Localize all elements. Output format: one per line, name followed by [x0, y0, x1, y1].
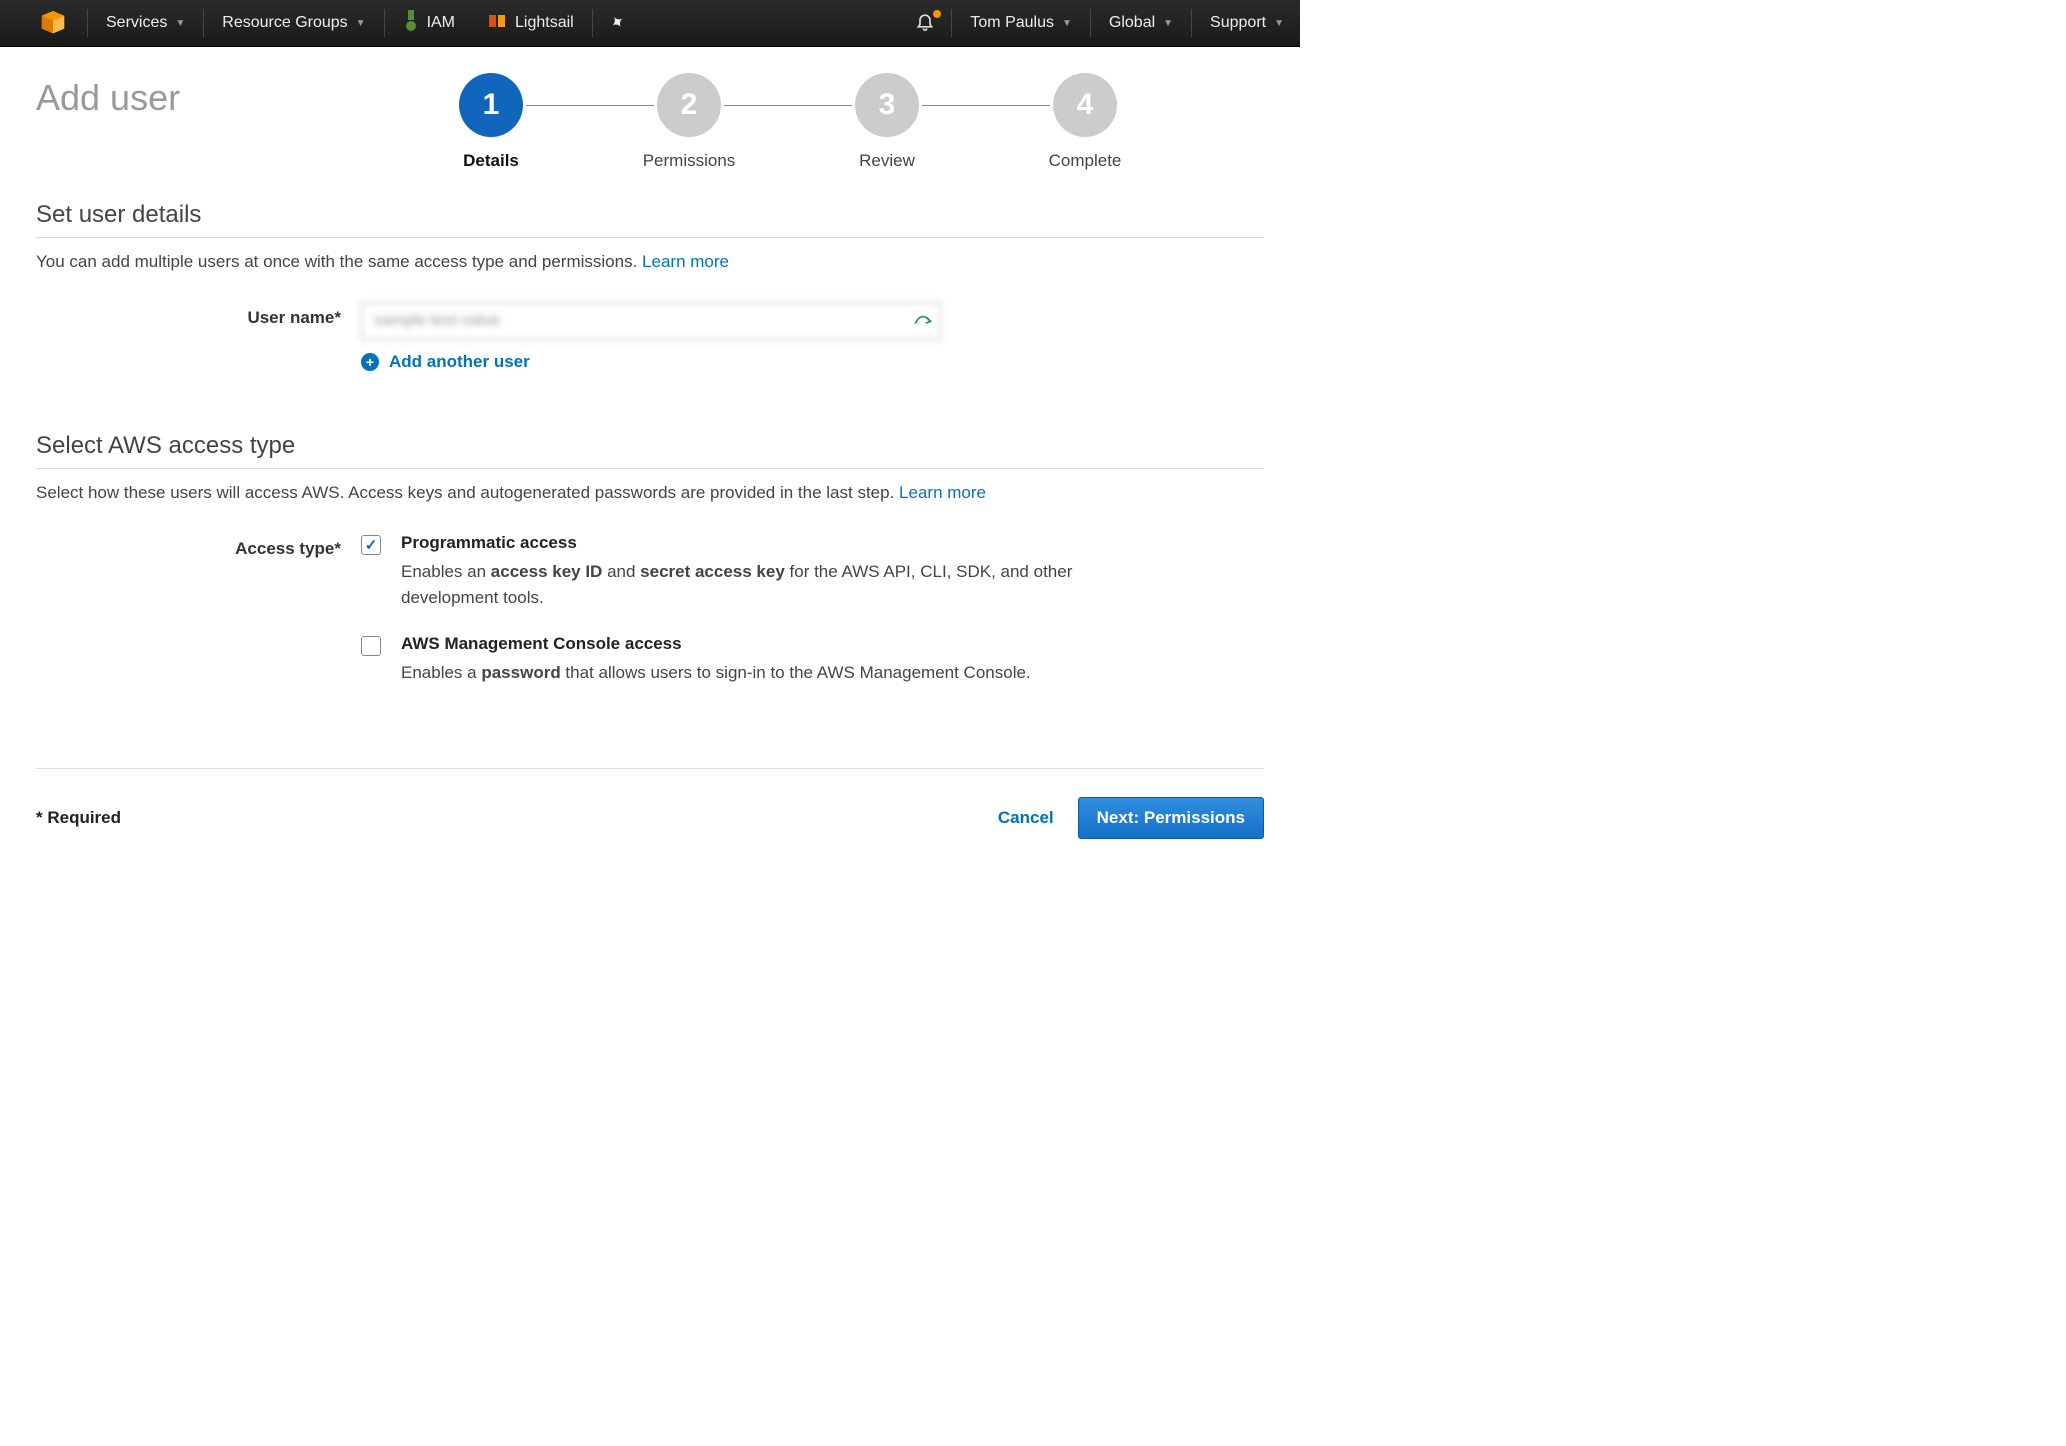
wizard-connector [526, 105, 654, 106]
username-field-wrapper: + Add another user [361, 302, 941, 372]
lightsail-service-icon [487, 11, 507, 36]
wizard-step-label: Details [463, 151, 519, 171]
wizard-step-review[interactable]: 3 Review [852, 73, 922, 171]
nav-resource-groups-label: Resource Groups [222, 14, 347, 32]
learn-more-link[interactable]: Learn more [642, 252, 729, 271]
next-permissions-button[interactable]: Next: Permissions [1078, 797, 1264, 839]
iam-service-icon [403, 10, 419, 37]
footer-bar: * Required Cancel Next: Permissions [36, 768, 1264, 839]
wizard-step-details[interactable]: 1 Details [456, 73, 526, 171]
add-another-label: Add another user [389, 352, 530, 372]
dashlane-icon[interactable] [913, 308, 933, 333]
nav-resource-groups[interactable]: Resource Groups ▼ [206, 0, 381, 47]
learn-more-link[interactable]: Learn more [899, 483, 986, 502]
wizard-step-label: Permissions [643, 151, 736, 171]
bell-icon [915, 11, 935, 36]
top-nav: Services ▼ Resource Groups ▼ IAM Lightsa… [0, 0, 1300, 47]
chevron-down-icon: ▼ [1163, 18, 1173, 29]
console-access-desc: Enables a password that allows users to … [401, 660, 1121, 686]
wizard-step-number: 1 [459, 73, 523, 137]
nav-separator [1191, 9, 1192, 37]
wizard-step-permissions[interactable]: 2 Permissions [654, 73, 724, 171]
section-intro-access-type: Select how these users will access AWS. … [36, 483, 1264, 503]
access-type-label: Access type* [36, 533, 361, 559]
console-access-content: AWS Management Console access Enables a … [401, 634, 1264, 686]
username-input[interactable] [361, 302, 941, 340]
nav-separator [592, 9, 593, 37]
programmatic-access-title: Programmatic access [401, 533, 1264, 553]
access-type-options: ✓ Programmatic access Enables an access … [361, 533, 1264, 708]
page-title: Add user [36, 67, 456, 119]
username-label: User name* [36, 302, 361, 328]
chevron-down-icon: ▼ [1274, 18, 1284, 29]
chevron-down-icon: ▼ [356, 18, 366, 29]
wizard-step-number: 2 [657, 73, 721, 137]
username-row: User name* + Add another user [36, 302, 1264, 372]
pin-icon: ✦ [606, 11, 629, 36]
add-another-user-button[interactable]: + Add another user [361, 352, 941, 372]
nav-separator [1090, 9, 1091, 37]
wizard-connector [922, 105, 1050, 106]
check-icon: ✓ [365, 536, 378, 554]
chevron-down-icon: ▼ [1062, 18, 1072, 29]
plus-circle-icon: + [361, 353, 379, 371]
nav-separator [951, 9, 952, 37]
access-type-section: Select AWS access type Select how these … [36, 432, 1264, 708]
nav-shortcut-lightsail[interactable]: Lightsail [471, 0, 590, 47]
wizard-step-complete[interactable]: 4 Complete [1050, 73, 1120, 171]
nav-support-label: Support [1210, 14, 1266, 32]
programmatic-access-desc: Enables an access key ID and secret acce… [401, 559, 1121, 612]
nav-services-label: Services [106, 14, 167, 32]
wizard-stepper: 1 Details 2 Permissions 3 Review 4 Compl… [456, 67, 1120, 171]
section-title-user-details: Set user details [36, 201, 1264, 238]
access-type-row: Access type* ✓ Programmatic access Enabl… [36, 533, 1264, 708]
programmatic-access-content: Programmatic access Enables an access ke… [401, 533, 1264, 612]
programmatic-access-option: ✓ Programmatic access Enables an access … [361, 533, 1264, 612]
wizard-step-label: Review [859, 151, 915, 171]
footer-actions: Cancel Next: Permissions [998, 797, 1264, 839]
nav-right-group: Tom Paulus ▼ Global ▼ Support ▼ [901, 0, 1300, 47]
nav-support[interactable]: Support ▼ [1194, 0, 1300, 47]
main-content: Add user 1 Details 2 Permissions 3 Revie… [0, 47, 1300, 879]
nav-separator [87, 9, 88, 37]
nav-separator [384, 9, 385, 37]
console-access-checkbox[interactable] [361, 636, 381, 656]
nav-shortcut-iam[interactable]: IAM [387, 0, 471, 47]
wizard-step-number: 3 [855, 73, 919, 137]
wizard-connector [724, 105, 852, 106]
notification-dot-icon [933, 10, 941, 18]
nav-account[interactable]: Tom Paulus ▼ [954, 0, 1088, 47]
nav-services[interactable]: Services ▼ [90, 0, 201, 47]
console-access-option: AWS Management Console access Enables a … [361, 634, 1264, 686]
programmatic-access-checkbox[interactable]: ✓ [361, 535, 381, 555]
intro-text: Select how these users will access AWS. … [36, 483, 899, 502]
nav-account-label: Tom Paulus [970, 14, 1054, 32]
nav-region[interactable]: Global ▼ [1093, 0, 1189, 47]
section-title-access-type: Select AWS access type [36, 432, 1264, 469]
intro-text: You can add multiple users at once with … [36, 252, 642, 271]
section-intro-user-details: You can add multiple users at once with … [36, 252, 1264, 272]
nav-lightsail-label: Lightsail [515, 14, 574, 32]
nav-pin[interactable]: ✦ [595, 0, 641, 47]
cancel-button[interactable]: Cancel [998, 808, 1054, 828]
required-note: * Required [36, 808, 121, 828]
nav-iam-label: IAM [427, 14, 455, 32]
wizard-step-number: 4 [1053, 73, 1117, 137]
nav-region-label: Global [1109, 14, 1155, 32]
nav-notifications[interactable] [901, 0, 949, 47]
console-access-title: AWS Management Console access [401, 634, 1264, 654]
aws-logo-icon[interactable] [35, 8, 70, 38]
wizard-step-label: Complete [1049, 151, 1122, 171]
header-row: Add user 1 Details 2 Permissions 3 Revie… [36, 67, 1264, 171]
chevron-down-icon: ▼ [175, 18, 185, 29]
nav-separator [203, 9, 204, 37]
